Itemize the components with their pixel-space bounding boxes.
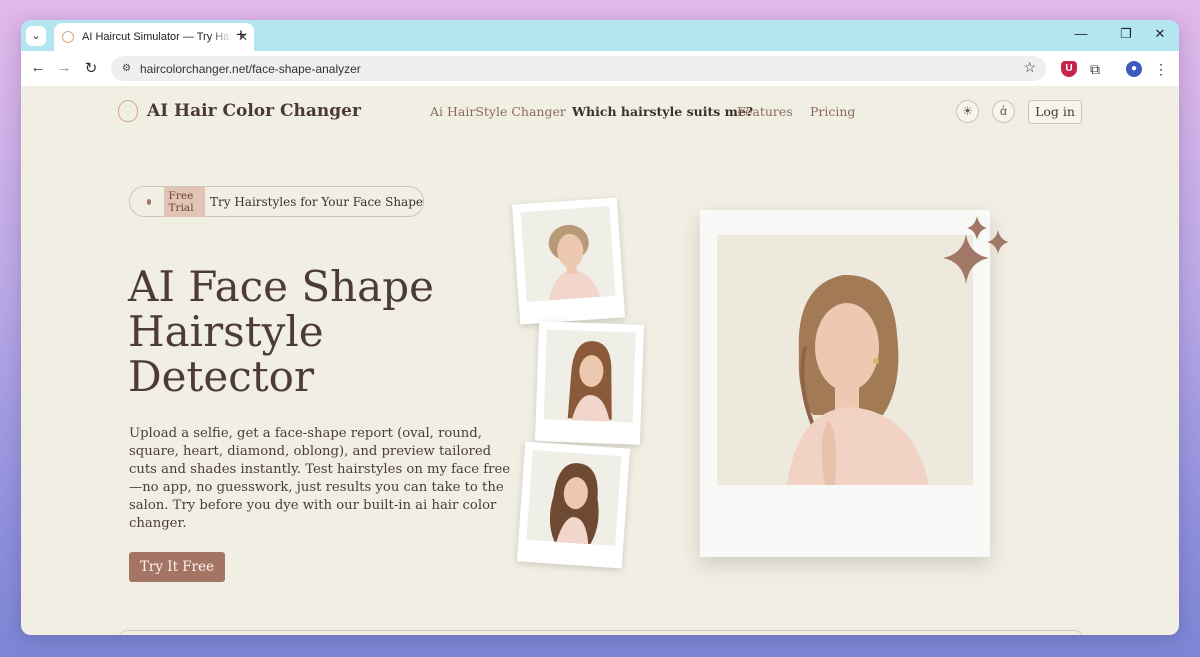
tab-search-icon[interactable]: ⌄ [26,26,46,46]
free-trial-pill[interactable]: Free Trial Try Hairstyles for Your Face … [129,186,424,217]
try-it-free-button[interactable]: Try It Free [129,552,225,582]
tab-strip: ⌄ AI Haircut Simulator — Try Hairstyles … [21,20,1179,51]
hero-title-line: Hairstyle [128,307,324,356]
portrait-wavy-hair-image [549,463,599,545]
next-section-outline [118,630,1084,635]
hero-title-line: AI Face Shape [128,262,434,311]
portrait-image [526,450,622,547]
portrait-image [520,206,616,303]
portrait-image [543,329,636,423]
polaroid-photo-3 [516,441,631,569]
hero-title-line: Detector [128,352,315,401]
nav-which-hairstyle[interactable]: Which hairstyle suits me? [572,104,753,119]
new-tab-button[interactable]: + [233,25,249,45]
tab-title: AI Haircut Simulator — Try Hairstyles [82,31,232,43]
polaroid-photo-1 [511,197,626,325]
main-portrait-updo-image [787,274,929,485]
pill-dot [147,198,151,205]
forward-icon[interactable]: → [55,59,73,76]
favicon-icon [62,31,74,43]
browser-toolbar: ← → ↻ ⚙ haircolorchanger.net/face-shape-… [21,51,1179,87]
portrait-long-hair-image [567,341,612,422]
theme-toggle-sun-icon[interactable]: ☀ [956,100,979,123]
site-logo[interactable]: AI Hair Color Changer [118,100,361,122]
restore-icon[interactable]: ❐ [1118,26,1134,42]
login-button[interactable]: Log in [1028,100,1082,124]
reload-icon[interactable]: ↻ [82,59,100,77]
browser-window: ⌄ AI Haircut Simulator — Try Hairstyles … [21,20,1179,635]
free-trial-badge: Free Trial [163,186,205,217]
logo-face-icon [118,100,138,122]
sparkle-icon [943,216,1009,284]
browser-tab[interactable]: AI Haircut Simulator — Try Hairstyles ✕ [54,23,254,51]
site-info-icon[interactable]: ⚙ [119,61,134,76]
nav-features[interactable]: Features [737,104,793,119]
nav-ai-hairstyle-changer[interactable]: Ai HairStyle Changer [430,104,566,119]
extensions-puzzle-icon[interactable]: ⧉ [1087,61,1103,77]
web-page: AI Hair Color Changer Ai HairStyle Chang… [21,86,1179,635]
nav-pricing[interactable]: Pricing [810,104,855,119]
profile-avatar-icon[interactable]: ● [1126,61,1142,77]
menu-kebab-icon[interactable]: ⋮ [1153,61,1169,77]
portrait-short-hair-image [548,224,601,301]
minimize-icon[interactable]: — [1073,26,1089,41]
hero-title: AI Face Shape Hairstyle Detector [128,264,488,399]
url-text: haircolorchanger.net/face-shape-analyzer [140,62,361,76]
shield-extension-icon[interactable]: U [1061,61,1077,77]
language-translate-icon[interactable]: ἀ [992,100,1015,123]
bookmark-star-icon[interactable]: ☆ [1023,59,1036,76]
hero-description: Upload a selfie, get a face-shape report… [129,426,511,531]
address-bar[interactable]: ⚙ haircolorchanger.net/face-shape-analyz… [111,56,1046,81]
polaroid-photo-2 [534,321,645,445]
close-window-icon[interactable]: ✕ [1152,26,1168,42]
logo-text: AI Hair Color Changer [147,101,361,121]
pill-text: Try Hairstyles for Your Face Shape [210,194,423,209]
main-portrait-image [717,235,973,485]
back-icon[interactable]: ← [29,59,47,76]
